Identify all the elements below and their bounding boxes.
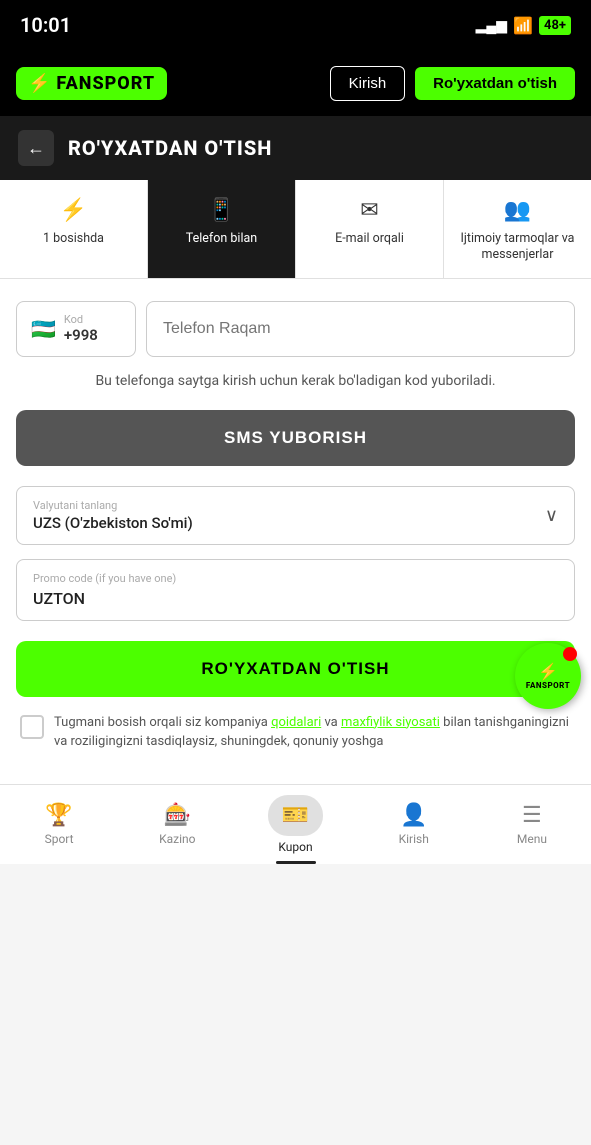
page-title: RO'YXATDAN O'TISH [68, 136, 272, 160]
register-button[interactable]: RO'YXATDAN O'TISH [16, 641, 575, 697]
float-logo-icon: ⚡ [538, 662, 558, 681]
promo-code-field[interactable]: Promo code (if you have one) UZTON [16, 559, 575, 621]
ticket-icon: 🎫 [282, 803, 309, 828]
casino-icon: 🎰 [164, 803, 191, 828]
nav-menu-label: Menu [517, 832, 547, 846]
phone-input[interactable] [146, 301, 575, 357]
nav-menu[interactable]: ☰ Menu [473, 785, 591, 864]
active-indicator [276, 861, 316, 864]
nav-kirish-label: Kirish [399, 832, 429, 846]
logo-text: FANSPORT [56, 73, 155, 94]
logo: ⚡ FANSPORT [16, 67, 167, 100]
tab-email-label: E-mail orqali [335, 231, 404, 247]
status-time: 10:01 [20, 13, 71, 37]
currency-block: Valyutani tanlang UZS (O'zbekiston So'mi… [33, 499, 193, 532]
float-badge-content: ⚡ FANSPORT [526, 662, 570, 690]
wifi-icon: 📶 [513, 16, 533, 35]
kirish-button[interactable]: Kirish [330, 66, 406, 101]
trophy-icon: 🏆 [45, 803, 72, 828]
battery-badge: 48+ [539, 16, 571, 35]
tab-social[interactable]: 👥 Ijtimoiy tarmoqlar va messenjerlar [444, 180, 591, 278]
phone-icon: 📱 [208, 198, 235, 223]
status-bar: 10:01 ▂▄▆ 📶 48+ [0, 0, 591, 50]
promo-label: Promo code (if you have one) [33, 572, 558, 585]
tab-1click-label: 1 bosishda [43, 231, 104, 247]
nav-kazino[interactable]: 🎰 Kazino [118, 785, 236, 864]
tab-social-label: Ijtimoiy tarmoqlar va messenjerlar [452, 231, 583, 264]
terms-text: Tugmani bosish orqali siz kompaniya qoid… [54, 713, 571, 752]
tab-phone-label: Telefon bilan [186, 231, 257, 247]
form-area: 🇺🇿 Kod +998 Bu telefonga saytga kirish u… [0, 279, 591, 784]
nav-buttons: Kirish Ro'yxatdan o'tish [330, 66, 575, 101]
email-icon: ✉ [360, 198, 378, 223]
currency-label: Valyutani tanlang [33, 499, 193, 512]
user-icon: 👤 [400, 803, 427, 828]
code-label: Kod [64, 314, 98, 325]
hint-text: Bu telefonga saytga kirish uchun kerak b… [16, 371, 575, 392]
country-code-value: +998 [64, 326, 98, 344]
social-icon: 👥 [504, 198, 531, 223]
nav-sport[interactable]: 🏆 Sport [0, 785, 118, 864]
terms-row: Tugmani bosish orqali siz kompaniya qoid… [16, 713, 575, 752]
nav-kirish[interactable]: 👤 Kirish [355, 785, 473, 864]
float-fansport-badge[interactable]: ⚡ FANSPORT [515, 643, 581, 709]
royxatdan-button[interactable]: Ro'yxatdan o'tish [415, 67, 575, 100]
tab-phone[interactable]: 📱 Telefon bilan [148, 180, 296, 278]
terms-checkbox[interactable] [20, 715, 44, 739]
nav-kazino-label: Kazino [159, 832, 195, 846]
phone-row: 🇺🇿 Kod +998 [16, 301, 575, 357]
signal-icon: ▂▄▆ [476, 17, 507, 34]
back-button[interactable]: ← [18, 130, 54, 166]
logo-icon: ⚡ [28, 73, 50, 94]
nav-kupon-label: Kupon [278, 840, 312, 854]
float-notification-dot [563, 647, 577, 661]
terms-link-rules[interactable]: qoidalari [271, 715, 321, 730]
nav-sport-label: Sport [45, 832, 74, 846]
chevron-down-icon: ∨ [545, 505, 558, 526]
page-header: ← RO'YXATDAN O'TISH [0, 116, 591, 180]
terms-link-privacy[interactable]: maxfiylik siyosati [341, 715, 440, 730]
bottom-nav: 🏆 Sport 🎰 Kazino 🎫 Kupon 👤 Kirish ☰ Menu [0, 784, 591, 864]
menu-icon: ☰ [522, 803, 542, 828]
registration-tabs: ⚡ 1 bosishda 📱 Telefon bilan ✉ E-mail or… [0, 180, 591, 279]
promo-value: UZTON [33, 589, 558, 608]
status-icons: ▂▄▆ 📶 48+ [476, 16, 571, 35]
sms-button[interactable]: SMS YUBORISH [16, 410, 575, 466]
country-select[interactable]: 🇺🇿 Kod +998 [16, 301, 136, 357]
top-nav: ⚡ FANSPORT Kirish Ro'yxatdan o'tish [0, 50, 591, 116]
tab-1click[interactable]: ⚡ 1 bosishda [0, 180, 148, 278]
flag-icon: 🇺🇿 [31, 317, 56, 341]
currency-dropdown[interactable]: Valyutani tanlang UZS (O'zbekiston So'mi… [16, 486, 575, 545]
currency-value: UZS (O'zbekiston So'mi) [33, 514, 193, 532]
flash-icon: ⚡ [60, 198, 87, 223]
tab-email[interactable]: ✉ E-mail orqali [296, 180, 444, 278]
country-code-block: Kod +998 [64, 314, 98, 344]
float-logo-text: FANSPORT [526, 681, 570, 690]
nav-kupon[interactable]: 🎫 Kupon [236, 785, 354, 864]
